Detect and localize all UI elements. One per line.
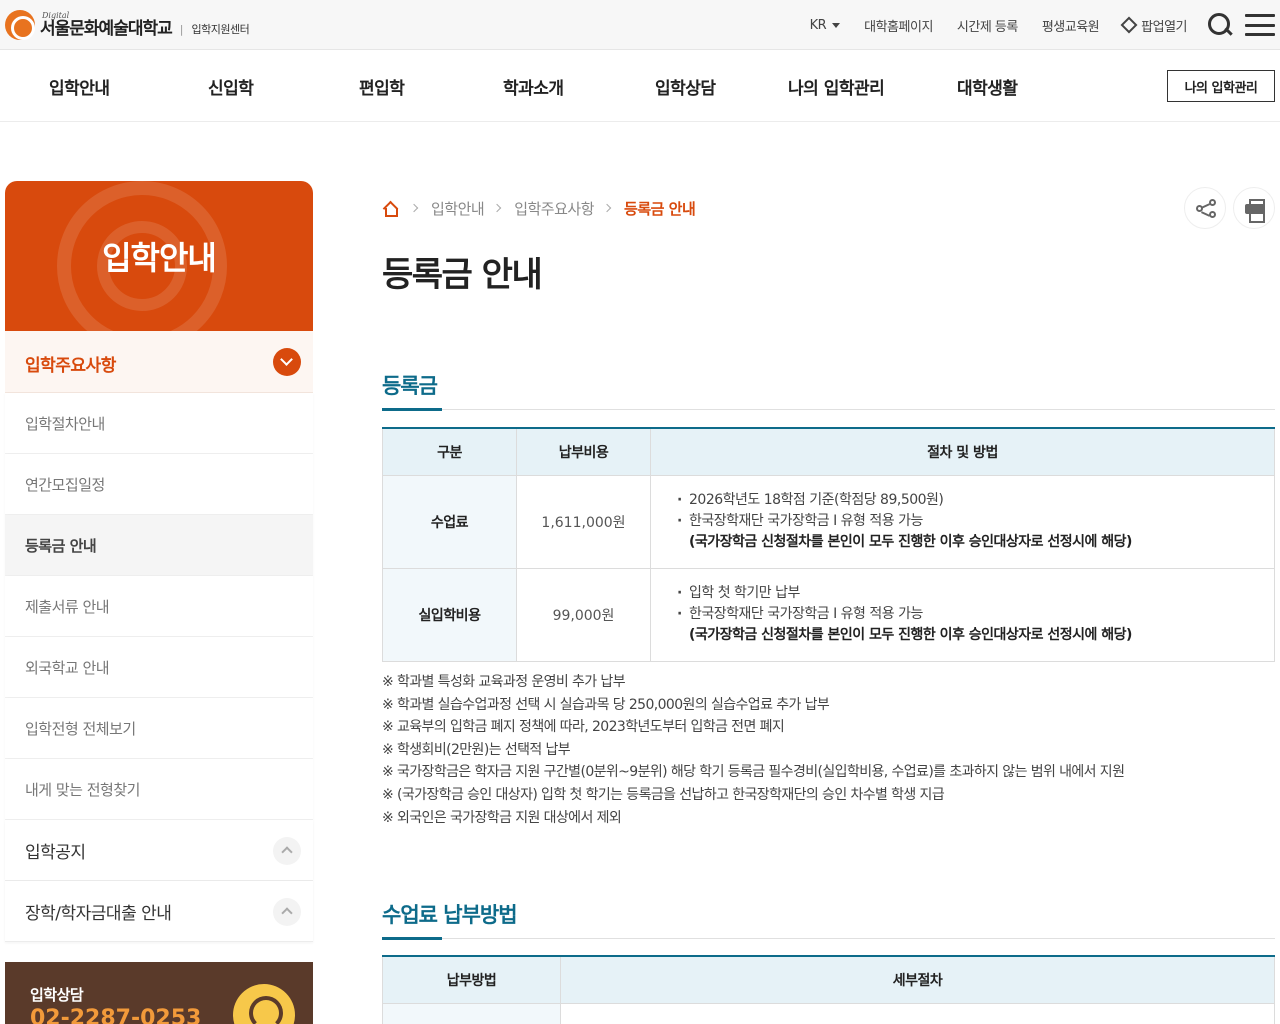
sidebar-item-find-my-type[interactable]: 내게 맞는 전형찾기 [5, 759, 313, 820]
sidebar-group-scholarship-loan[interactable]: 장학/학자금대출 안내 [5, 881, 313, 942]
chevron-right-icon [492, 203, 502, 213]
sidebar-item-annual-schedule[interactable]: 연간모집일정 [5, 454, 313, 515]
logo-center-name: 입학지원센터 [191, 23, 250, 36]
sidebar-title: 입학안내 [102, 239, 217, 277]
popup-diamond-icon [1120, 16, 1138, 34]
breadcrumb: 입학안내 입학주요사항 등록금 안내 [382, 198, 696, 219]
section-divider [382, 408, 1275, 411]
sidebar-item-tuition-guide[interactable]: 등록금 안내 [5, 515, 313, 576]
table-row: 수업료 1,611,000원 2026학년도 18학점 기준(학점당 89,50… [382, 474, 1275, 569]
note-item: ※ 외국인은 국가장학금 지원 대상에서 제외 [382, 809, 622, 826]
sidebar-group-admission-notice[interactable]: 입학공지 [5, 820, 313, 881]
home-icon[interactable] [382, 202, 398, 217]
table-header: 구분 [382, 427, 517, 476]
breadcrumb-current: 등록금 안내 [624, 199, 696, 218]
print-button[interactable] [1233, 187, 1275, 229]
chevron-right-icon [409, 203, 419, 213]
utility-links: KR 대학홈페이지 시간제 등록 평생교육원 팝업열기 [786, 0, 1280, 50]
consult-phone: 02-2287-0253 [30, 1006, 202, 1024]
language-select[interactable]: KR [810, 18, 841, 33]
nav-campus-life[interactable]: 대학생활 [957, 74, 1018, 99]
row-description: 입학 첫 학기만 납부 한국장학재단 국가장학금 Ⅰ 유형 적용 가능 (국가장… [650, 567, 1275, 662]
my-admission-button[interactable]: 나의 입학관리 [1167, 70, 1275, 102]
share-button[interactable] [1184, 187, 1226, 229]
breadcrumb-item[interactable]: 입학안내 [431, 198, 485, 219]
search-icon[interactable] [1207, 12, 1233, 38]
sidebar-group-admission-essentials[interactable]: 입학주요사항 [5, 331, 313, 393]
payment-method-table: 납부방법 세부절차 [382, 955, 1275, 1024]
table-header: 납부비용 [516, 427, 651, 476]
chevron-up-icon[interactable] [273, 898, 301, 926]
nav-transfer[interactable]: 편입학 [359, 74, 405, 99]
sidebar-item-admission-procedure[interactable]: 입학절차안내 [5, 393, 313, 454]
tuition-notes: ※ 학과별 특성화 교육과정 운영비 추가 납부 ※ 학과별 실습수업과정 선택… [382, 671, 1125, 829]
breadcrumb-item[interactable]: 입학주요사항 [514, 198, 594, 219]
logo-divider: | [179, 22, 184, 36]
sidebar-hero: 입학안내 [5, 181, 313, 331]
headset-icon [233, 984, 295, 1024]
note-item: ※ (국가장학금 승인 대상자) 입학 첫 학기는 등록금을 선납하고 한국장학… [382, 786, 945, 803]
link-part-time-registration[interactable]: 시간제 등록 [957, 16, 1018, 35]
top-utility-bar: Digital 서울문화예술대학교 | 입학지원센터 KR 대학홈페이지 시간제… [0, 0, 1280, 50]
chevron-right-icon [602, 203, 612, 213]
sidebar-group-label: 입학주요사항 [25, 356, 116, 376]
section-title-tuition: 등록금 [382, 374, 438, 398]
logo-emblem-icon [5, 10, 35, 40]
section-title-payment-method: 수업료 납부방법 [382, 903, 518, 927]
page-title: 등록금 안내 [382, 255, 543, 295]
link-university-home[interactable]: 대학홈페이지 [864, 16, 933, 35]
sidebar-item-documents[interactable]: 제출서류 안내 [5, 576, 313, 637]
nav-admission-guide[interactable]: 입학안내 [49, 74, 110, 99]
hamburger-menu-icon[interactable] [1245, 14, 1275, 36]
note-item: ※ 국가장학금은 학자금 지원 구간별(0분위~9분위) 해당 학기 등록금 필… [382, 764, 1125, 781]
chevron-down-icon[interactable] [273, 348, 301, 376]
note-item: ※ 학과별 특성화 교육과정 운영비 추가 납부 [382, 674, 626, 690]
nav-consultation[interactable]: 입학상담 [655, 74, 716, 99]
section-divider [382, 937, 1275, 940]
sidebar-item-all-admission-types[interactable]: 입학전형 전체보기 [5, 698, 313, 759]
sidebar-item-foreign-school[interactable]: 외국학교 안내 [5, 637, 313, 698]
university-logo[interactable]: Digital 서울문화예술대학교 | 입학지원센터 [5, 8, 250, 42]
nav-freshman[interactable]: 신입학 [208, 74, 254, 99]
note-item: ※ 학생회비(2만원)는 선택적 납부 [382, 741, 571, 758]
note-item: ※ 학과별 실습수업과정 선택 시 실습과목 당 250,000원의 실습수업료… [382, 696, 830, 713]
table-header: 세부절차 [560, 955, 1275, 1004]
table-row [382, 1002, 1275, 1024]
caret-down-icon [832, 22, 841, 28]
table-header: 절차 및 방법 [650, 427, 1275, 476]
row-amount: 1,611,000원 [516, 474, 651, 569]
popup-open-button[interactable]: 팝업열기 [1120, 16, 1187, 35]
row-amount: 99,000원 [516, 567, 651, 662]
main-navigation: 입학안내 신입학 편입학 학과소개 입학상담 나의 입학관리 대학생활 나의 입… [0, 50, 1280, 122]
row-label: 실입학비용 [382, 567, 517, 662]
table-row: 실입학비용 99,000원 입학 첫 학기만 납부 한국장학재단 국가장학금 Ⅰ… [382, 567, 1275, 662]
link-lifelong-education[interactable]: 평생교육원 [1042, 16, 1100, 35]
note-item: ※ 교육부의 입학금 폐지 정책에 따라, 2023학년도부터 입학금 전면 폐… [382, 719, 785, 736]
nav-my-admission[interactable]: 나의 입학관리 [788, 74, 885, 99]
admission-consult-banner[interactable]: 입학상담 02-2287-0253 [5, 962, 313, 1024]
tuition-table: 구분 납부비용 절차 및 방법 수업료 1,611,000원 2026학년도 1… [382, 427, 1275, 662]
table-header: 납부방법 [382, 955, 561, 1004]
consult-label: 입학상담 [30, 986, 84, 1004]
chevron-up-icon[interactable] [273, 837, 301, 865]
logo-main-text: 서울문화예술대학교 [40, 19, 173, 39]
row-label: 수업료 [382, 474, 517, 569]
nav-departments[interactable]: 학과소개 [503, 74, 564, 99]
row-description: 2026학년도 18학점 기준(학점당 89,500원) 한국장학재단 국가장학… [650, 474, 1275, 569]
